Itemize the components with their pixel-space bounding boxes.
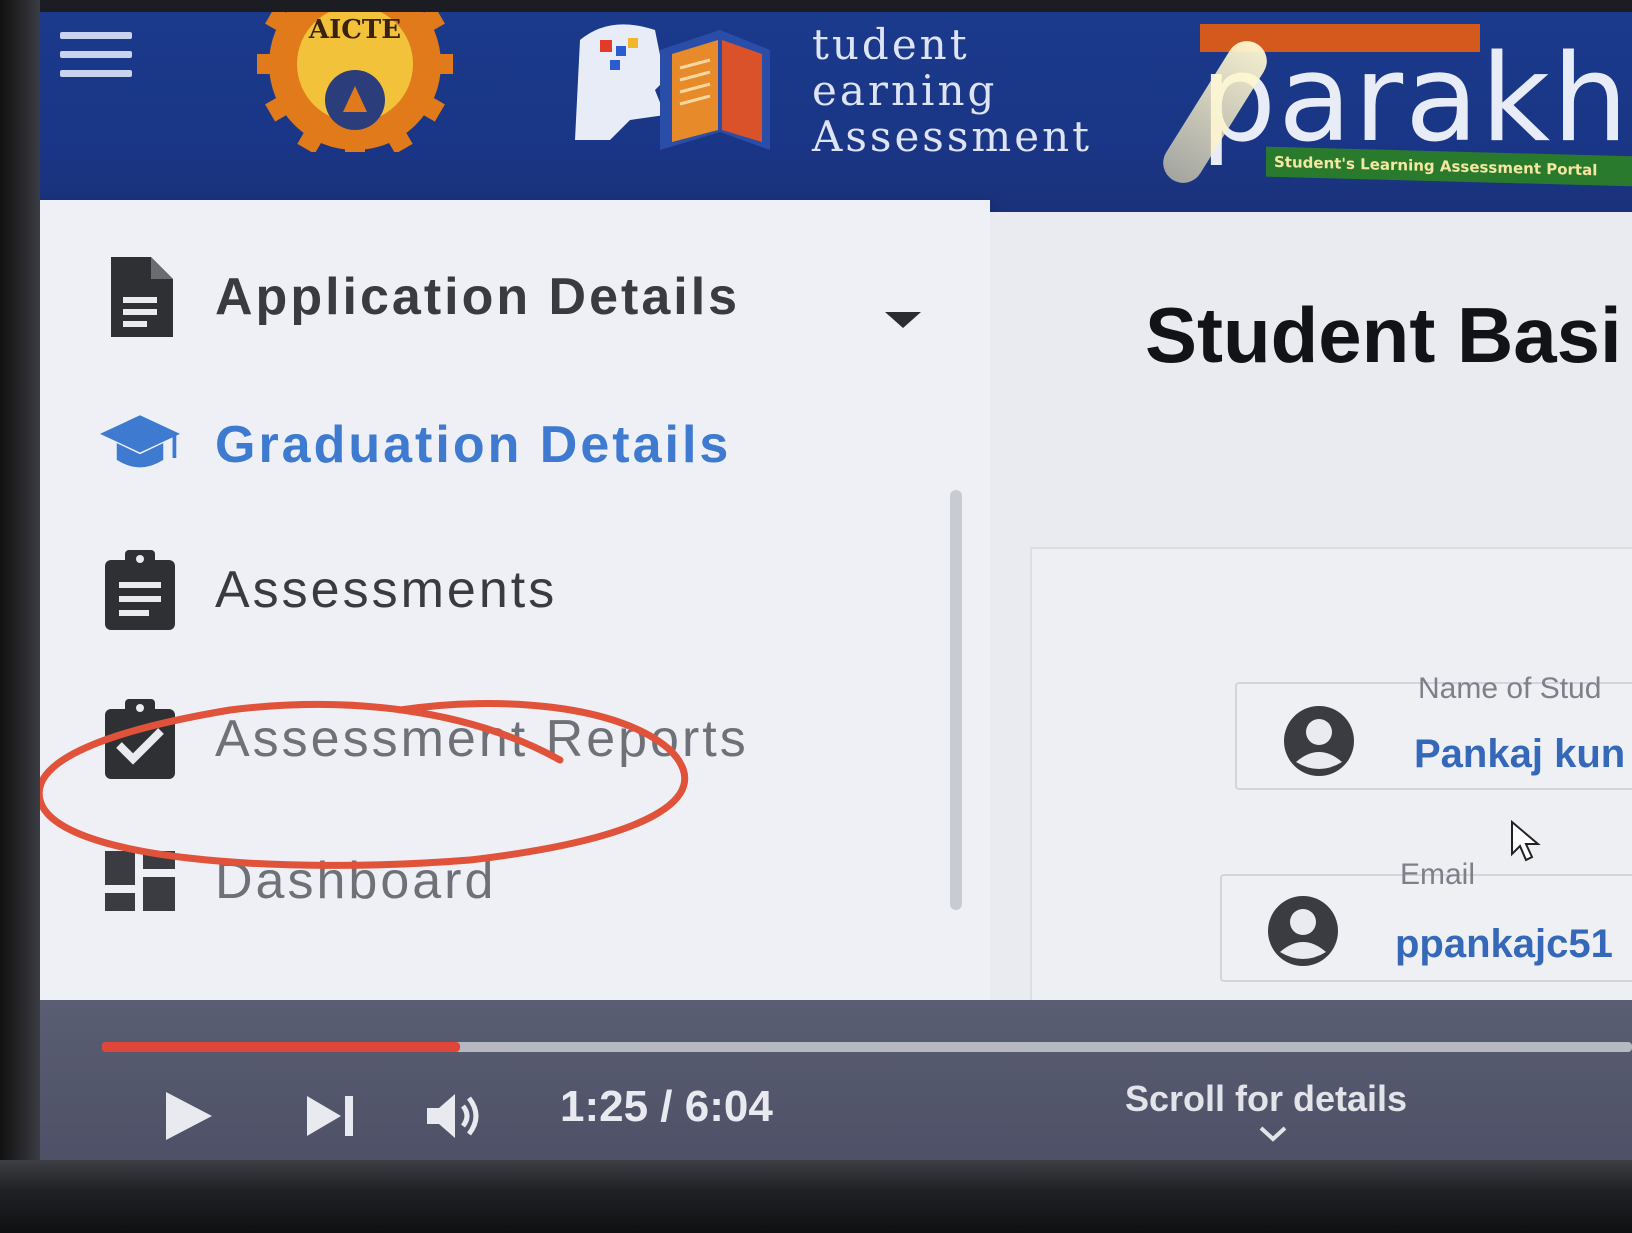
- menu-icon[interactable]: [60, 32, 132, 82]
- sla-wordmark: tudent earning Assessment: [812, 20, 1093, 161]
- monitor-bezel-bottom: [0, 1160, 1632, 1233]
- sla-logo: [570, 20, 780, 155]
- sidebar-item-assessment-reports[interactable]: Assessment Reports: [100, 694, 749, 784]
- sidebar: Application Details Graduation Details A…: [0, 200, 990, 1000]
- play-icon[interactable]: [160, 1088, 216, 1144]
- sidebar-item-assessments[interactable]: Assessments: [100, 545, 557, 635]
- main-content: Student Basi Name of Stud Pankaj kun Ema…: [990, 212, 1632, 1004]
- progress-bar[interactable]: [102, 1042, 1632, 1052]
- graduation-cap-icon: [100, 405, 180, 485]
- chevron-down-icon[interactable]: [885, 312, 921, 328]
- name-field-value: Pankaj kun: [1414, 732, 1626, 776]
- document-icon: [100, 257, 180, 337]
- account-circle-icon: [1268, 896, 1338, 966]
- sidebar-item-dashboard[interactable]: Dashboard: [100, 836, 496, 926]
- sidebar-item-application-details[interactable]: Application Details: [100, 252, 740, 342]
- video-player-controls: 1:25 / 6:04 Scroll for details: [40, 1000, 1632, 1172]
- name-field-label: Name of Stud: [1418, 672, 1602, 705]
- sidebar-scrollbar[interactable]: [950, 490, 962, 910]
- mouse-cursor-icon: [1511, 820, 1541, 862]
- time-display: 1:25 / 6:04: [560, 1082, 773, 1131]
- site-header: AICTE tudent earning Assessment parakh S…: [0, 12, 1632, 212]
- account-circle-icon: [1284, 706, 1354, 776]
- skip-next-icon[interactable]: [305, 1094, 357, 1138]
- screen: AICTE tudent earning Assessment parakh S…: [0, 12, 1632, 1172]
- monitor-bezel-left: [0, 0, 40, 1233]
- sidebar-item-graduation-details[interactable]: Graduation Details: [100, 400, 731, 490]
- scroll-for-details-hint[interactable]: Scroll for details: [1125, 1078, 1407, 1120]
- progress-bar-fill: [102, 1042, 461, 1052]
- sidebar-item-label: Dashboard: [215, 852, 497, 910]
- clipboard-list-icon: [100, 550, 180, 630]
- email-field-label: Email: [1400, 858, 1476, 891]
- aicte-logo: AICTE: [255, 12, 465, 162]
- clipboard-check-icon: [100, 699, 180, 779]
- volume-icon[interactable]: [425, 1092, 485, 1140]
- sidebar-item-label: Assessments: [215, 561, 558, 619]
- sidebar-item-label: Assessment Reports: [215, 710, 749, 768]
- sidebar-item-label: Application Details: [215, 268, 741, 326]
- dashboard-icon: [100, 841, 180, 921]
- svg-text:AICTE: AICTE: [308, 15, 401, 45]
- chevron-down-icon[interactable]: [1258, 1125, 1288, 1143]
- email-field-value: ppankajc51: [1395, 922, 1613, 966]
- page-title: Student Basi: [1145, 291, 1622, 379]
- sidebar-item-label: Graduation Details: [215, 416, 732, 474]
